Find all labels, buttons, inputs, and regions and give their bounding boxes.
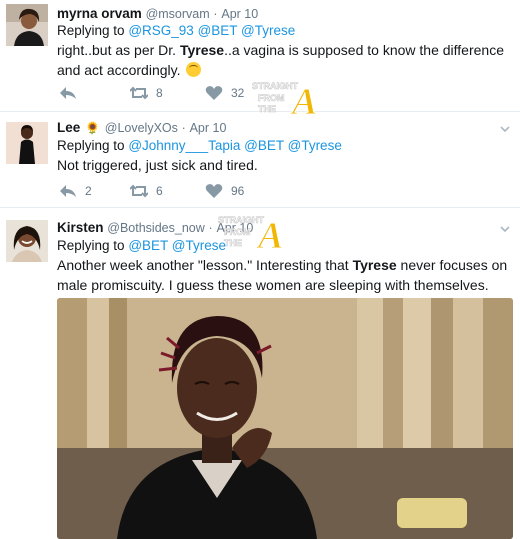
reply-icon: [60, 87, 76, 99]
reply-icon: [60, 185, 76, 197]
mention-link[interactable]: @BET: [128, 238, 168, 253]
tweet-text: Another week another "lesson." Interesti…: [57, 255, 517, 295]
tweet-text-part: Another week another "lesson." Interesti…: [57, 257, 353, 273]
chevron-down-icon[interactable]: [500, 224, 510, 234]
reply-button[interactable]: [59, 83, 85, 103]
mention-link[interactable]: @Tyrese: [288, 138, 342, 153]
mention-link[interactable]: @Johnny___Tapia: [128, 138, 240, 153]
user-handle[interactable]: @msorvam: [146, 7, 210, 21]
user-name[interactable]: myrna orvam: [57, 6, 142, 21]
mention-link[interactable]: @RSG_93: [128, 23, 193, 38]
separator: ·: [181, 121, 186, 135]
watermark-line3: THE: [224, 238, 242, 248]
tweet-header: myrna orvam @msorvam · Apr 10: [57, 6, 258, 21]
reply-button[interactable]: 2: [59, 181, 92, 201]
user-handle[interactable]: @Bothsides_now: [107, 221, 204, 235]
user-name[interactable]: Kirsten: [57, 220, 104, 235]
replying-to: Replying to @BET @Tyrese: [57, 238, 226, 253]
replying-to: Replying to @Johnny___Tapia @BET @Tyrese: [57, 138, 342, 153]
user-name[interactable]: Lee: [57, 120, 80, 135]
tweet-text-bold: Tyrese: [352, 257, 397, 273]
tweet-text: right..but as per Dr. Tyrese..a vagina i…: [57, 40, 517, 80]
watermark-logo: STRAIGHT FROM THE A: [218, 212, 308, 258]
tweet-header: Lee 🌻 @LovelyXOs · Apr 10: [57, 120, 226, 135]
user-handle[interactable]: @LovelyXOs: [105, 121, 178, 135]
retweet-icon: [130, 86, 148, 100]
watermark-line2: FROM: [224, 227, 251, 237]
like-button[interactable]: 96: [205, 181, 244, 201]
tweet-text-part: right..but as per Dr.: [57, 42, 180, 58]
replying-label: Replying to: [57, 238, 125, 253]
replying-label: Replying to: [57, 138, 125, 153]
tweet-kirsten: Kirsten @Bothsides_now · Apr 10 Replying…: [0, 208, 520, 539]
tweet-lee: Lee 🌻 @LovelyXOs · Apr 10 Replying to @J…: [0, 112, 520, 208]
tweet-date[interactable]: Apr 10: [221, 7, 258, 21]
tweet-text-bold: Tyrese: [179, 42, 225, 58]
replying-to: Replying to @RSG_93 @BET @Tyrese: [57, 23, 295, 38]
watermark-letter: A: [256, 215, 283, 252]
tweet-date[interactable]: Apr 10: [190, 121, 227, 135]
mention-link[interactable]: @Tyrese: [241, 23, 295, 38]
heart-icon: [205, 184, 223, 198]
separator: ·: [213, 7, 218, 21]
retweet-count: 6: [156, 184, 163, 198]
reply-count: 2: [85, 184, 92, 198]
tweet-photo[interactable]: [57, 298, 513, 539]
replying-label: Replying to: [57, 23, 125, 38]
separator: ·: [208, 221, 213, 235]
like-count: 32: [231, 86, 245, 100]
retweet-count: 8: [156, 86, 163, 100]
tweet-myrna: myrna orvam @msorvam · Apr 10 Replying t…: [0, 0, 520, 124]
upside-down-face-icon: [186, 62, 202, 77]
tweet-actions: 8 32: [57, 83, 357, 103]
retweet-icon: [130, 184, 148, 198]
avatar[interactable]: [6, 4, 48, 46]
avatar[interactable]: [6, 122, 48, 164]
retweet-button[interactable]: 6: [130, 181, 163, 201]
tweet-actions: 2 6 96: [57, 181, 357, 201]
avatar[interactable]: [6, 220, 48, 262]
heart-icon: [205, 86, 223, 100]
mention-link[interactable]: @BET: [198, 23, 238, 38]
retweet-button[interactable]: 8: [130, 83, 163, 103]
like-count: 96: [231, 184, 245, 198]
tweet-text: Not triggered, just sick and tired.: [57, 157, 258, 173]
like-button[interactable]: 32: [205, 83, 244, 103]
mention-link[interactable]: @BET: [244, 138, 284, 153]
sunflower-icon: 🌻: [85, 121, 100, 135]
chevron-down-icon[interactable]: [500, 124, 510, 134]
